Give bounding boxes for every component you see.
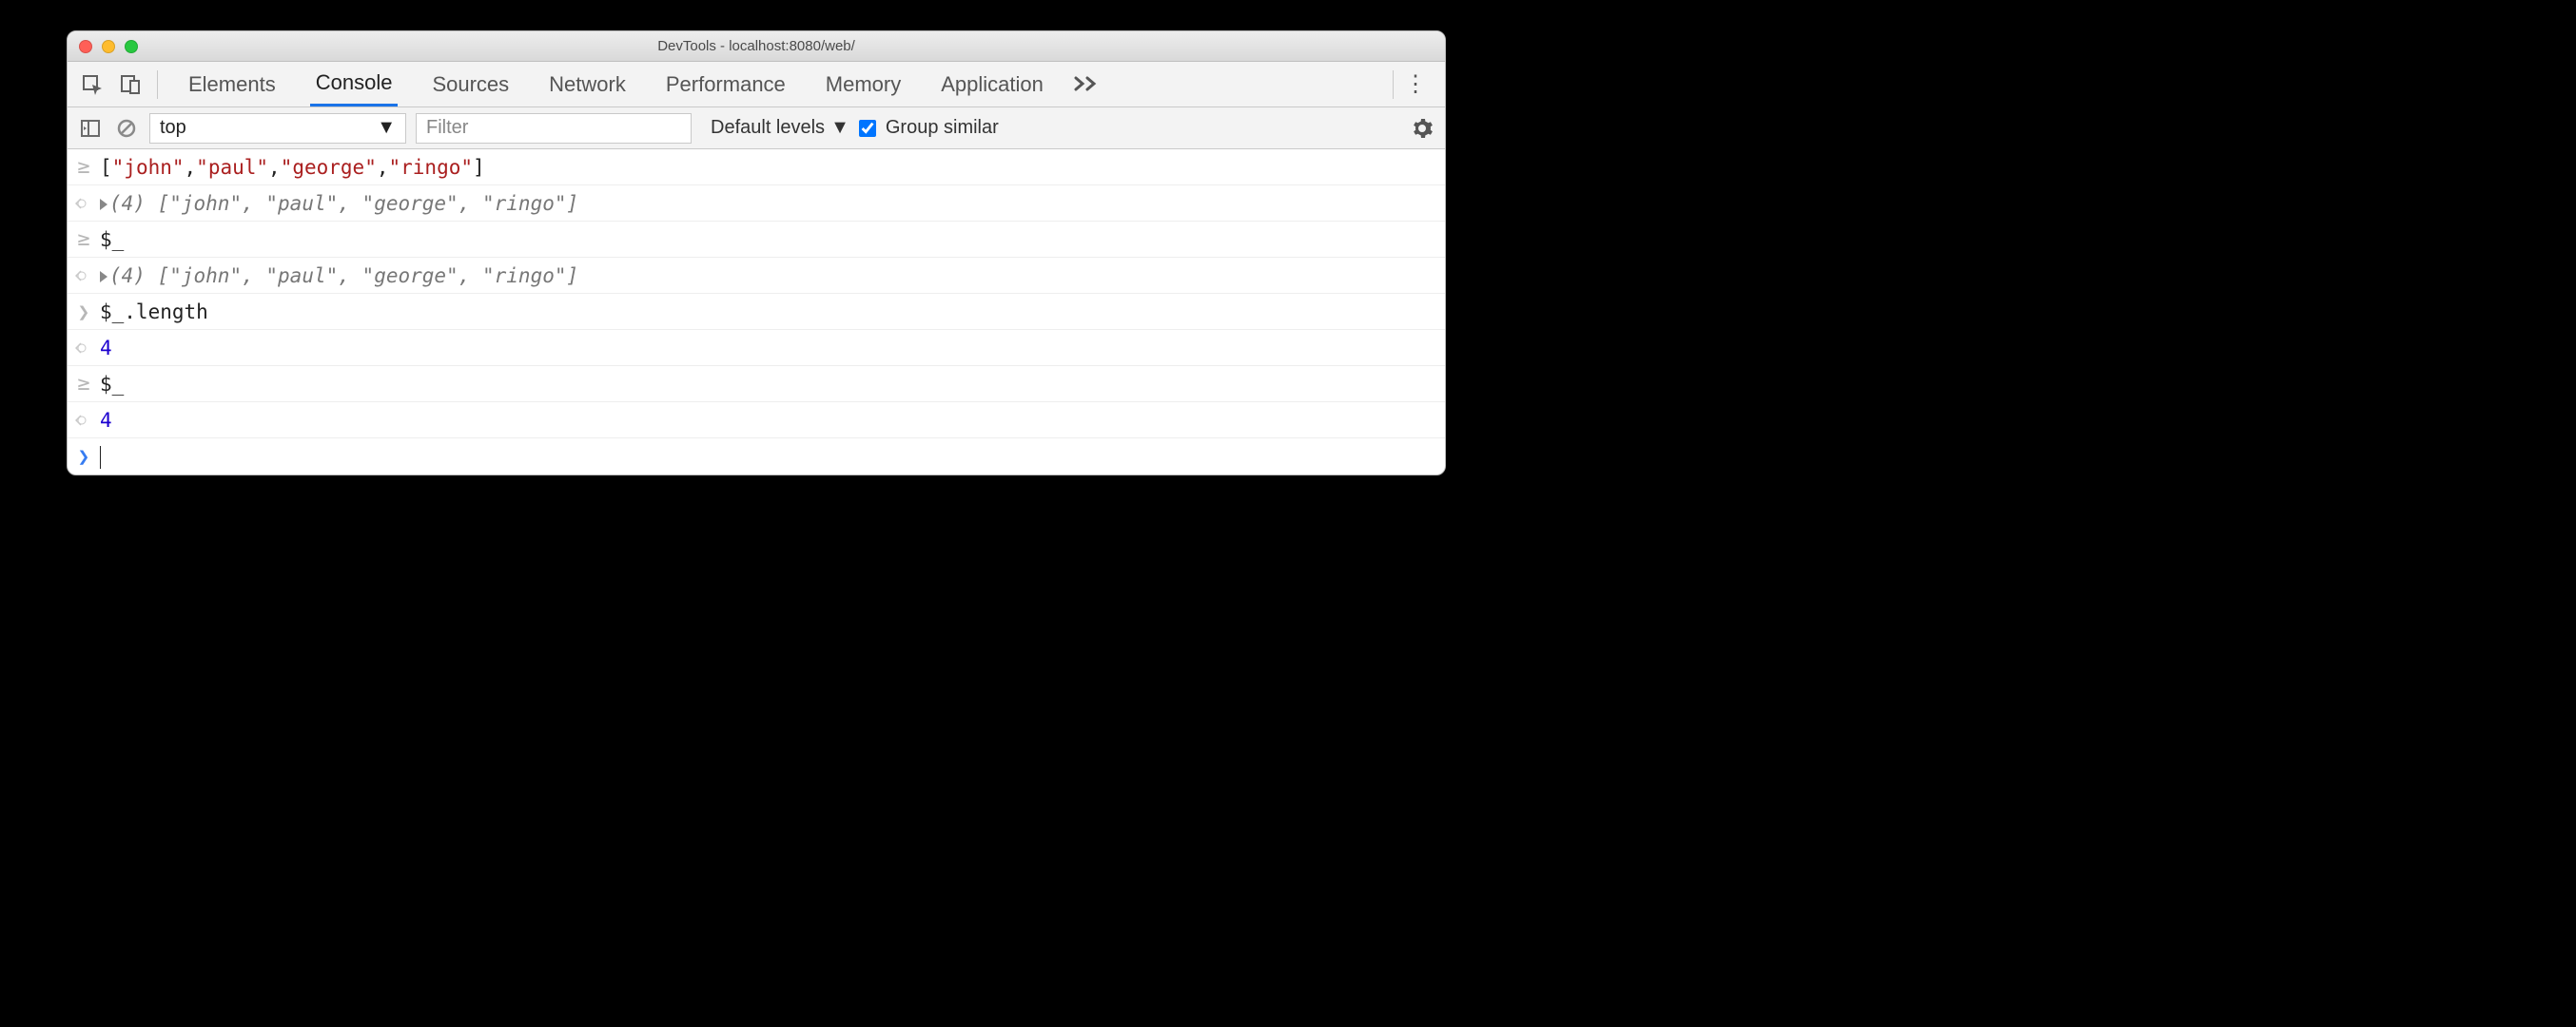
devtools-tabbar: Elements Console Sources Network Performance… xyxy=(68,62,1445,107)
tab-console[interactable]: Console xyxy=(310,62,399,107)
console-row: $_ xyxy=(68,222,1445,258)
clear-console-icon[interactable] xyxy=(113,115,140,142)
window-controls xyxy=(79,40,138,53)
console-line-content[interactable] xyxy=(100,445,101,469)
console-line-content[interactable]: ["john","paul","george","ringo"] xyxy=(100,156,485,179)
device-toolbar-icon[interactable] xyxy=(111,66,149,104)
console-line-content[interactable]: $_ xyxy=(100,373,124,396)
devtools-window: DevTools - localhost:8080/web/ Elements C… xyxy=(67,30,1446,475)
group-similar-checkbox[interactable] xyxy=(859,120,876,137)
console-row: $_ xyxy=(68,366,1445,402)
zoom-window-button[interactable] xyxy=(125,40,138,53)
levels-label: Default levels xyxy=(711,117,825,139)
devtools-menu-icon[interactable]: ⋮ xyxy=(1401,70,1430,98)
console-line-content[interactable]: (4) ["john", "paul", "george", "ringo"] xyxy=(100,264,578,287)
console-settings-icon[interactable] xyxy=(1409,115,1435,142)
input-marker-icon xyxy=(75,372,92,396)
minimize-window-button[interactable] xyxy=(102,40,115,53)
toggle-sidebar-icon[interactable] xyxy=(77,115,104,142)
expand-icon[interactable] xyxy=(100,199,107,210)
tab-application[interactable]: Application xyxy=(935,62,1049,107)
console-row: $_.length xyxy=(68,294,1445,330)
console-line-content[interactable]: (4) ["john", "paul", "george", "ringo"] xyxy=(100,192,578,215)
prompt-marker-icon xyxy=(75,445,92,468)
input-marker-icon xyxy=(75,227,92,251)
group-similar-label: Group similar xyxy=(886,117,999,139)
more-tabs-icon[interactable] xyxy=(1074,69,1099,99)
console-row: ["john","paul","george","ringo"] xyxy=(68,149,1445,185)
output-marker-icon xyxy=(75,414,92,427)
console-line-content[interactable]: 4 xyxy=(100,409,112,432)
close-window-button[interactable] xyxy=(79,40,92,53)
separator xyxy=(1393,70,1394,99)
chevron-down-icon: ▼ xyxy=(830,117,849,139)
execution-context-select[interactable]: top ▼ xyxy=(149,113,406,144)
tab-memory[interactable]: Memory xyxy=(820,62,907,107)
filter-input[interactable] xyxy=(416,113,692,144)
console-line-content[interactable]: $_.length xyxy=(100,300,208,323)
console-row xyxy=(68,438,1445,475)
context-value: top xyxy=(160,117,186,139)
window-title: DevTools - localhost:8080/web/ xyxy=(68,38,1445,54)
output-marker-icon xyxy=(75,269,92,282)
log-levels-select[interactable]: Default levels ▼ xyxy=(711,117,849,139)
chevron-down-icon: ▼ xyxy=(377,117,396,139)
tab-network[interactable]: Network xyxy=(543,62,632,107)
console-row: 4 xyxy=(68,402,1445,438)
console-row: 4 xyxy=(68,330,1445,366)
text-cursor xyxy=(100,446,101,469)
console-line-content[interactable]: 4 xyxy=(100,337,112,359)
titlebar: DevTools - localhost:8080/web/ xyxy=(68,31,1445,62)
console-toolbar: top ▼ Default levels ▼ Group similar xyxy=(68,107,1445,149)
panel-tabs: Elements Console Sources Network Performance… xyxy=(183,62,1049,107)
tab-elements[interactable]: Elements xyxy=(183,62,282,107)
expand-icon[interactable] xyxy=(100,271,107,282)
output-marker-icon xyxy=(75,197,92,210)
tab-sources[interactable]: Sources xyxy=(426,62,515,107)
console-row: (4) ["john", "paul", "george", "ringo"] xyxy=(68,258,1445,294)
input-marker-icon xyxy=(75,300,92,323)
separator xyxy=(157,70,158,99)
tab-performance[interactable]: Performance xyxy=(660,62,791,107)
input-marker-icon xyxy=(75,155,92,179)
console-output[interactable]: ["john","paul","george","ringo"] (4) ["jo… xyxy=(68,149,1445,475)
console-row: (4) ["john", "paul", "george", "ringo"] xyxy=(68,185,1445,222)
inspect-element-icon[interactable] xyxy=(73,66,111,104)
console-line-content[interactable]: $_ xyxy=(100,228,124,251)
output-marker-icon xyxy=(75,341,92,355)
